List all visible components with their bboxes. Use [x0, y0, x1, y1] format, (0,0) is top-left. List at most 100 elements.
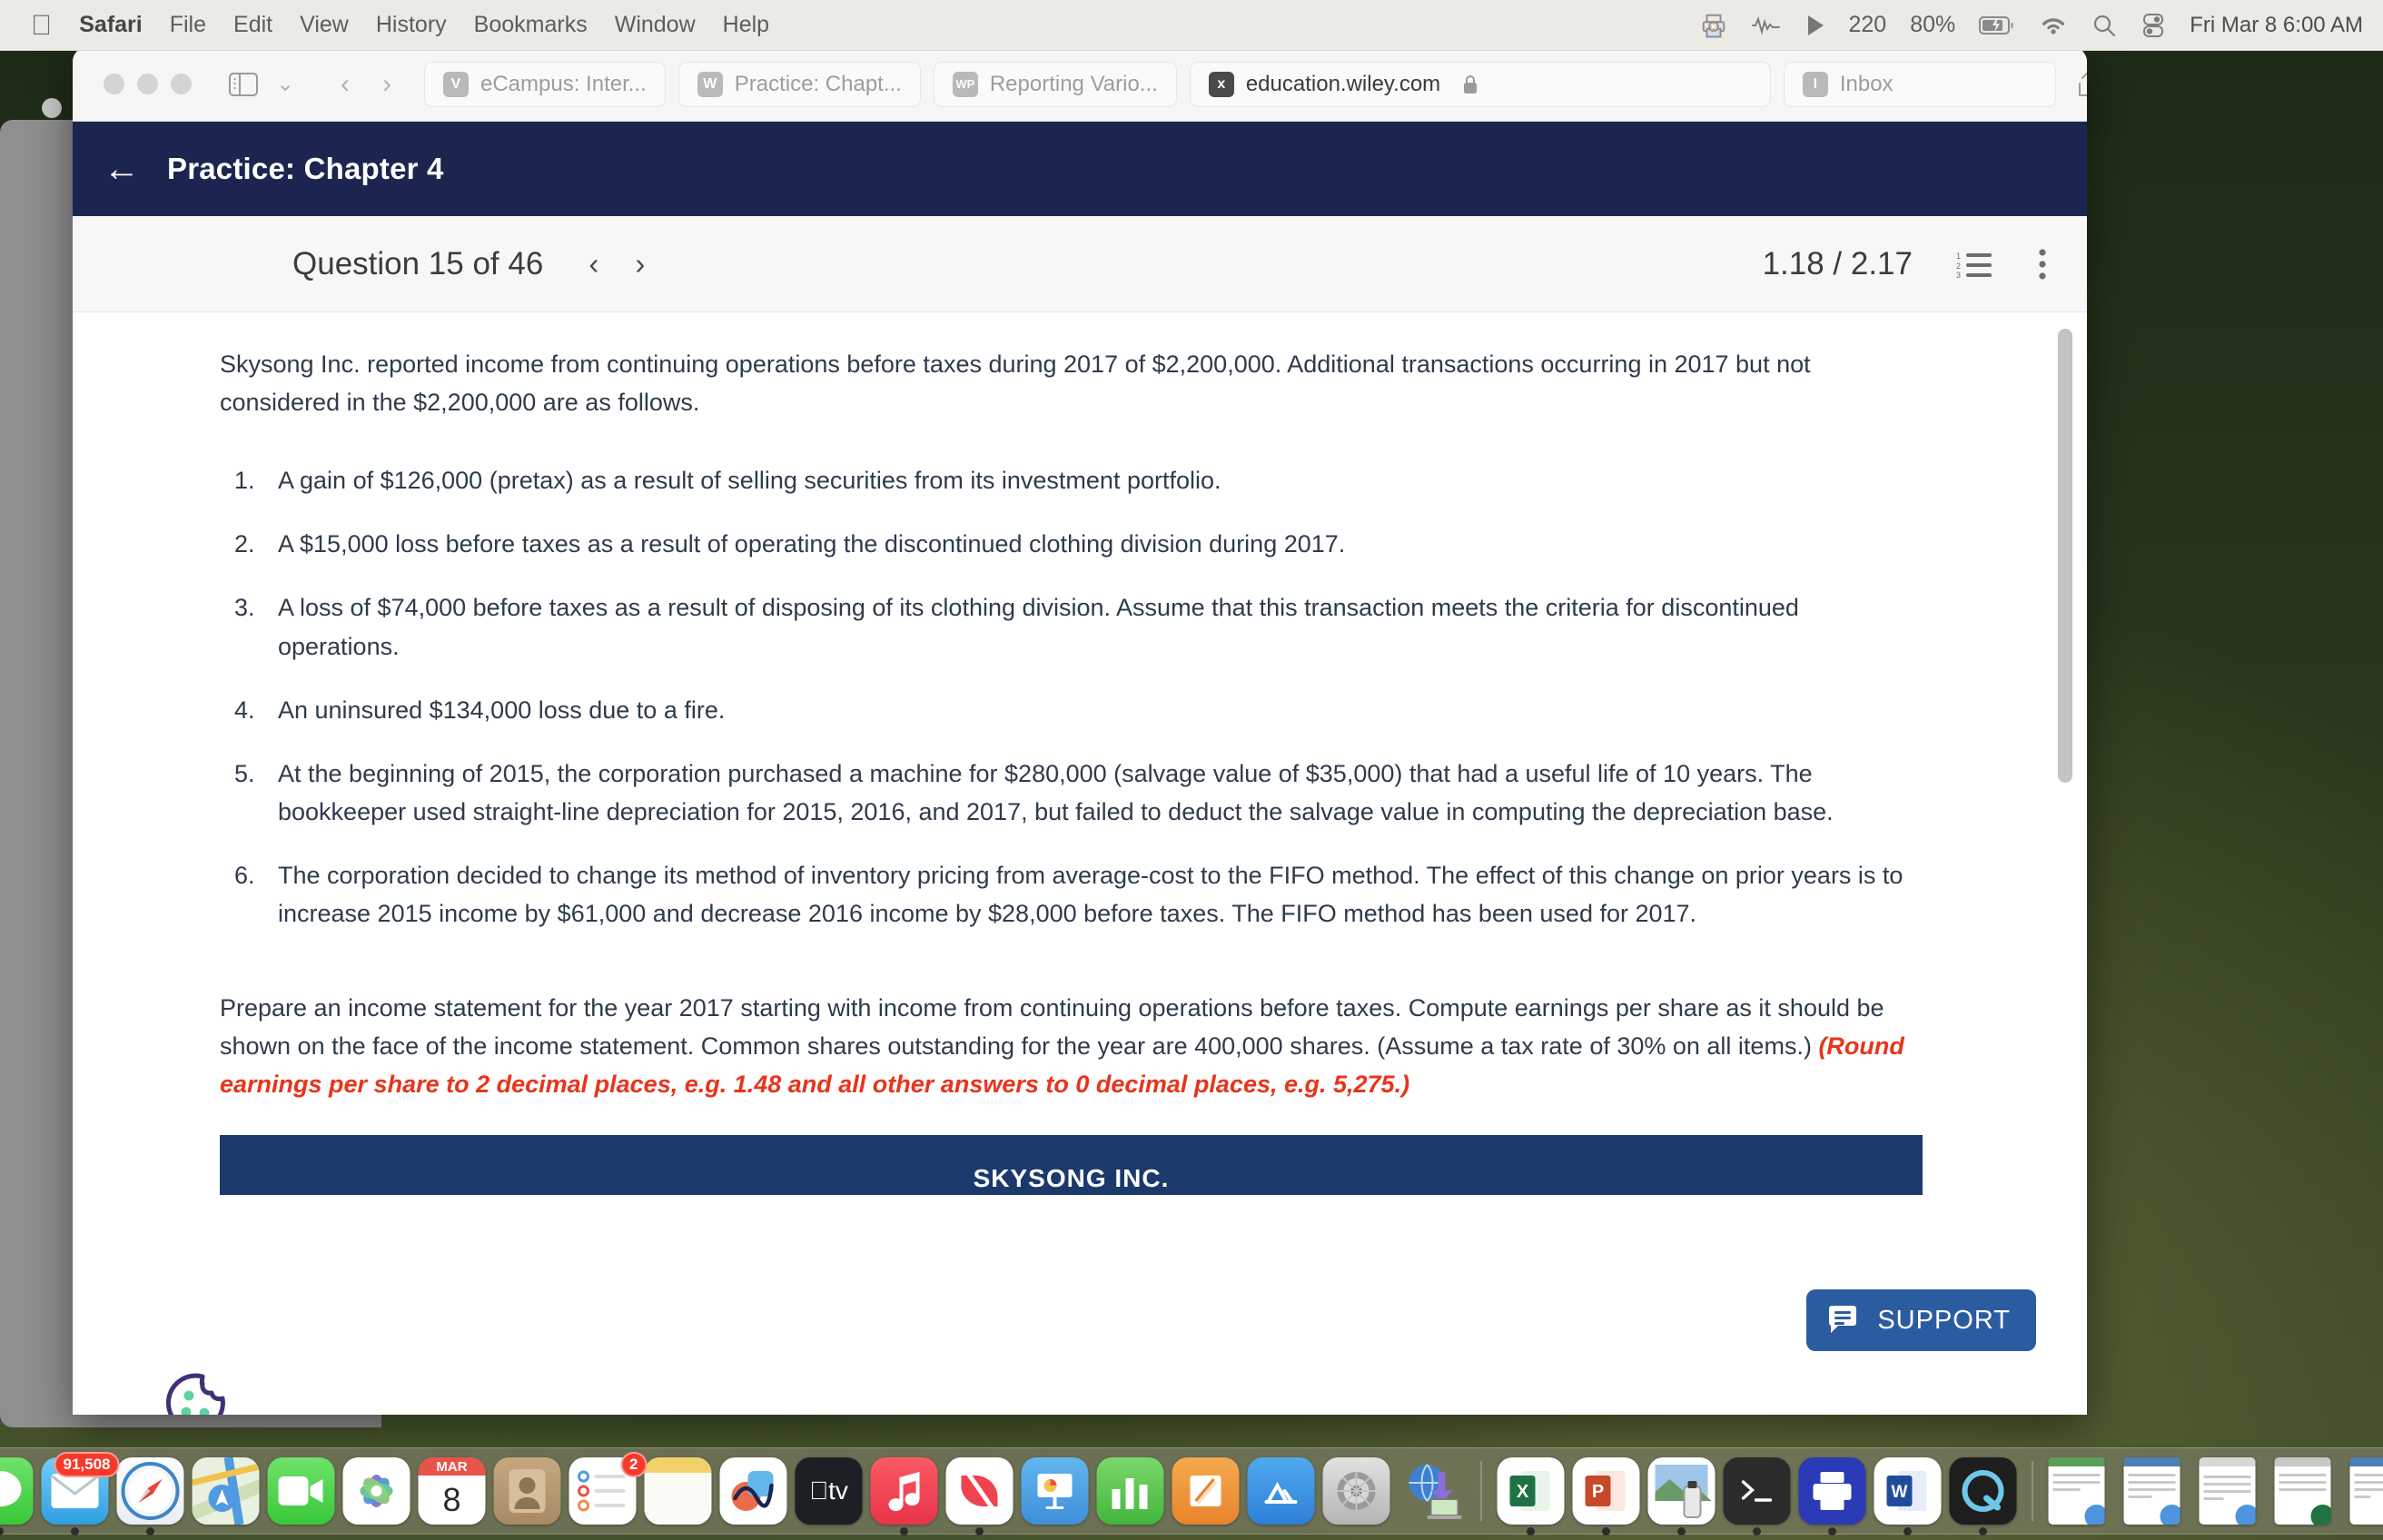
minimize-window-button[interactable] [137, 74, 158, 94]
list-item-number: 1. [234, 467, 255, 495]
spotlight-search-icon[interactable] [2091, 13, 2117, 38]
printer-icon[interactable] [1700, 12, 1727, 39]
dock-item-contacts[interactable] [493, 1457, 561, 1525]
sidebar-chevron-down-icon[interactable]: ⌄ [264, 64, 306, 104]
menu-item-file[interactable]: File [170, 12, 206, 38]
tab-label: Reporting Vario... [989, 71, 1158, 96]
background-window-traffic-light[interactable] [42, 98, 62, 118]
question-paper: Skysong Inc. reported income from contin… [220, 312, 1923, 1415]
lock-icon [1461, 74, 1479, 95]
forward-arrow-icon[interactable]: › [366, 64, 408, 104]
tab-practice-chapter[interactable]: W Practice: Chapt... [677, 61, 921, 107]
menubar-clock[interactable]: Fri Mar 8 6:00 AM [2190, 13, 2363, 38]
dock-item-facetime[interactable] [267, 1457, 335, 1525]
dock-item-remote-desktop[interactable] [1399, 1457, 1466, 1525]
support-button[interactable]: SUPPORT [1806, 1289, 2036, 1351]
question-content-area[interactable]: Skysong Inc. reported income from contin… [73, 312, 2087, 1415]
menu-item-history[interactable]: History [376, 12, 447, 38]
back-arrow-icon[interactable]: ‹ [324, 64, 366, 104]
tab-favicon: WP [952, 71, 978, 97]
dock-item-messages[interactable] [0, 1457, 34, 1535]
macos-menu-bar:  Safari File Edit View History Bookmark… [0, 0, 2383, 51]
running-indicator [71, 1527, 79, 1535]
dock-item-keynote[interactable] [1021, 1457, 1089, 1525]
dock-item-numbers[interactable] [1096, 1457, 1164, 1525]
running-indicator [1753, 1527, 1761, 1535]
list-item: 2. A $15,000 loss before taxes as a resu… [220, 525, 1923, 563]
numbered-list-icon[interactable]: 1 2 3 [1956, 250, 1992, 279]
dock-item-reminders[interactable]: 2 [569, 1452, 648, 1525]
svg-text:X: X [1517, 1482, 1529, 1502]
next-question-button[interactable]: › [635, 247, 645, 281]
dock-item-safari[interactable] [116, 1457, 184, 1535]
list-item: 4. An uninsured $134,000 loss due to a f… [220, 691, 1923, 729]
running-indicator [1828, 1527, 1836, 1535]
dock-item-music[interactable] [870, 1457, 938, 1535]
menu-item-bookmarks[interactable]: Bookmarks [474, 12, 588, 38]
battery-charging-icon[interactable] [1979, 15, 2015, 36]
close-window-button[interactable] [104, 74, 124, 94]
dock-item-microsoft-powerpoint[interactable]: P [1572, 1457, 1640, 1535]
dock-item-microsoft-excel[interactable]: X [1497, 1457, 1565, 1535]
control-center-icon[interactable] [2141, 13, 2166, 38]
dock-minimized-window[interactable] [2123, 1457, 2191, 1525]
sidebar-toggle-icon[interactable] [222, 64, 264, 104]
address-bar[interactable]: x education.wiley.com [1189, 61, 1771, 107]
tab-label: Practice: Chapt... [734, 71, 902, 96]
list-item: 6. The corporation decided to change its… [220, 856, 1923, 933]
maximize-window-button[interactable] [171, 74, 192, 94]
menu-item-help[interactable]: Help [723, 12, 769, 38]
window-traffic-lights[interactable] [104, 74, 192, 94]
apple-logo-icon[interactable]:  [31, 11, 52, 39]
dock-minimized-window[interactable] [2274, 1457, 2342, 1525]
tab-favicon: x [1208, 71, 1234, 97]
dock-item-microsoft-word[interactable]: W [1874, 1457, 1942, 1535]
question-instruction: Prepare an income statement for the year… [220, 989, 1923, 1103]
more-vertical-icon[interactable] [2036, 248, 2049, 281]
dock-item-pages[interactable] [1172, 1457, 1240, 1525]
dock-minimized-window[interactable] [2349, 1457, 2383, 1525]
dock-item-mail[interactable]: 91,508 [41, 1452, 120, 1535]
menu-item-edit[interactable]: Edit [233, 12, 272, 38]
tab-ecampus[interactable]: V eCampus: Inter... [424, 61, 666, 107]
cookie-consent-icon[interactable] [162, 1368, 231, 1415]
safari-toolbar: ⌄ ‹ › V eCampus: Inter... W Practice: Ch… [73, 47, 2087, 122]
menu-item-view[interactable]: View [300, 12, 349, 38]
dock-item-maps[interactable] [192, 1457, 260, 1525]
audio-waveform-icon[interactable] [1751, 13, 1782, 38]
dock-item-photos[interactable] [342, 1457, 410, 1525]
list-item-text: At the beginning of 2015, the corporatio… [278, 759, 1834, 825]
running-indicator [1602, 1527, 1610, 1535]
play-icon[interactable] [1805, 14, 1825, 37]
dock-item-apple-tv[interactable]: tv [795, 1457, 863, 1525]
dock-item-calendar[interactable]: MAR 8 [418, 1457, 486, 1525]
dock-item-image-capture[interactable] [1647, 1457, 1716, 1535]
dock-item-terminal[interactable] [1723, 1457, 1791, 1535]
dock-item-freeform[interactable] [719, 1457, 787, 1525]
list-item-text: An uninsured $134,000 loss due to a fire… [278, 696, 726, 724]
dock-minimized-window[interactable] [2048, 1457, 2116, 1525]
menu-item-window[interactable]: Window [615, 12, 696, 38]
dock-item-printer[interactable] [1798, 1457, 1866, 1535]
svg-text:W: W [1892, 1483, 1908, 1502]
menu-item-safari[interactable]: Safari [79, 12, 142, 38]
back-arrow-icon[interactable]: ← [104, 151, 140, 187]
tab-reporting-variances[interactable]: WP Reporting Vario... [933, 61, 1177, 107]
tab-inbox[interactable]: I Inbox [1783, 61, 2056, 107]
instruction-text: Prepare an income statement for the year… [220, 994, 1884, 1061]
running-indicator [1979, 1527, 1987, 1535]
previous-question-button[interactable]: ‹ [588, 247, 598, 281]
dock-minimized-window[interactable] [2199, 1457, 2267, 1525]
wifi-icon[interactable] [2039, 14, 2068, 37]
dock-item-quicktime[interactable] [1949, 1457, 2017, 1535]
dock-item-system-settings[interactable] [1322, 1457, 1390, 1525]
share-icon[interactable] [2067, 64, 2087, 104]
running-indicator [1903, 1527, 1912, 1535]
vertical-scrollbar[interactable] [2058, 329, 2072, 783]
dock-item-news[interactable] [945, 1457, 1014, 1535]
dock-item-notes[interactable] [644, 1457, 712, 1525]
running-indicator [0, 1527, 4, 1535]
status-counter: 220 [1848, 12, 1887, 37]
list-item-text: A loss of $74,000 before taxes as a resu… [278, 594, 1799, 660]
dock-item-app-store[interactable] [1247, 1457, 1315, 1525]
